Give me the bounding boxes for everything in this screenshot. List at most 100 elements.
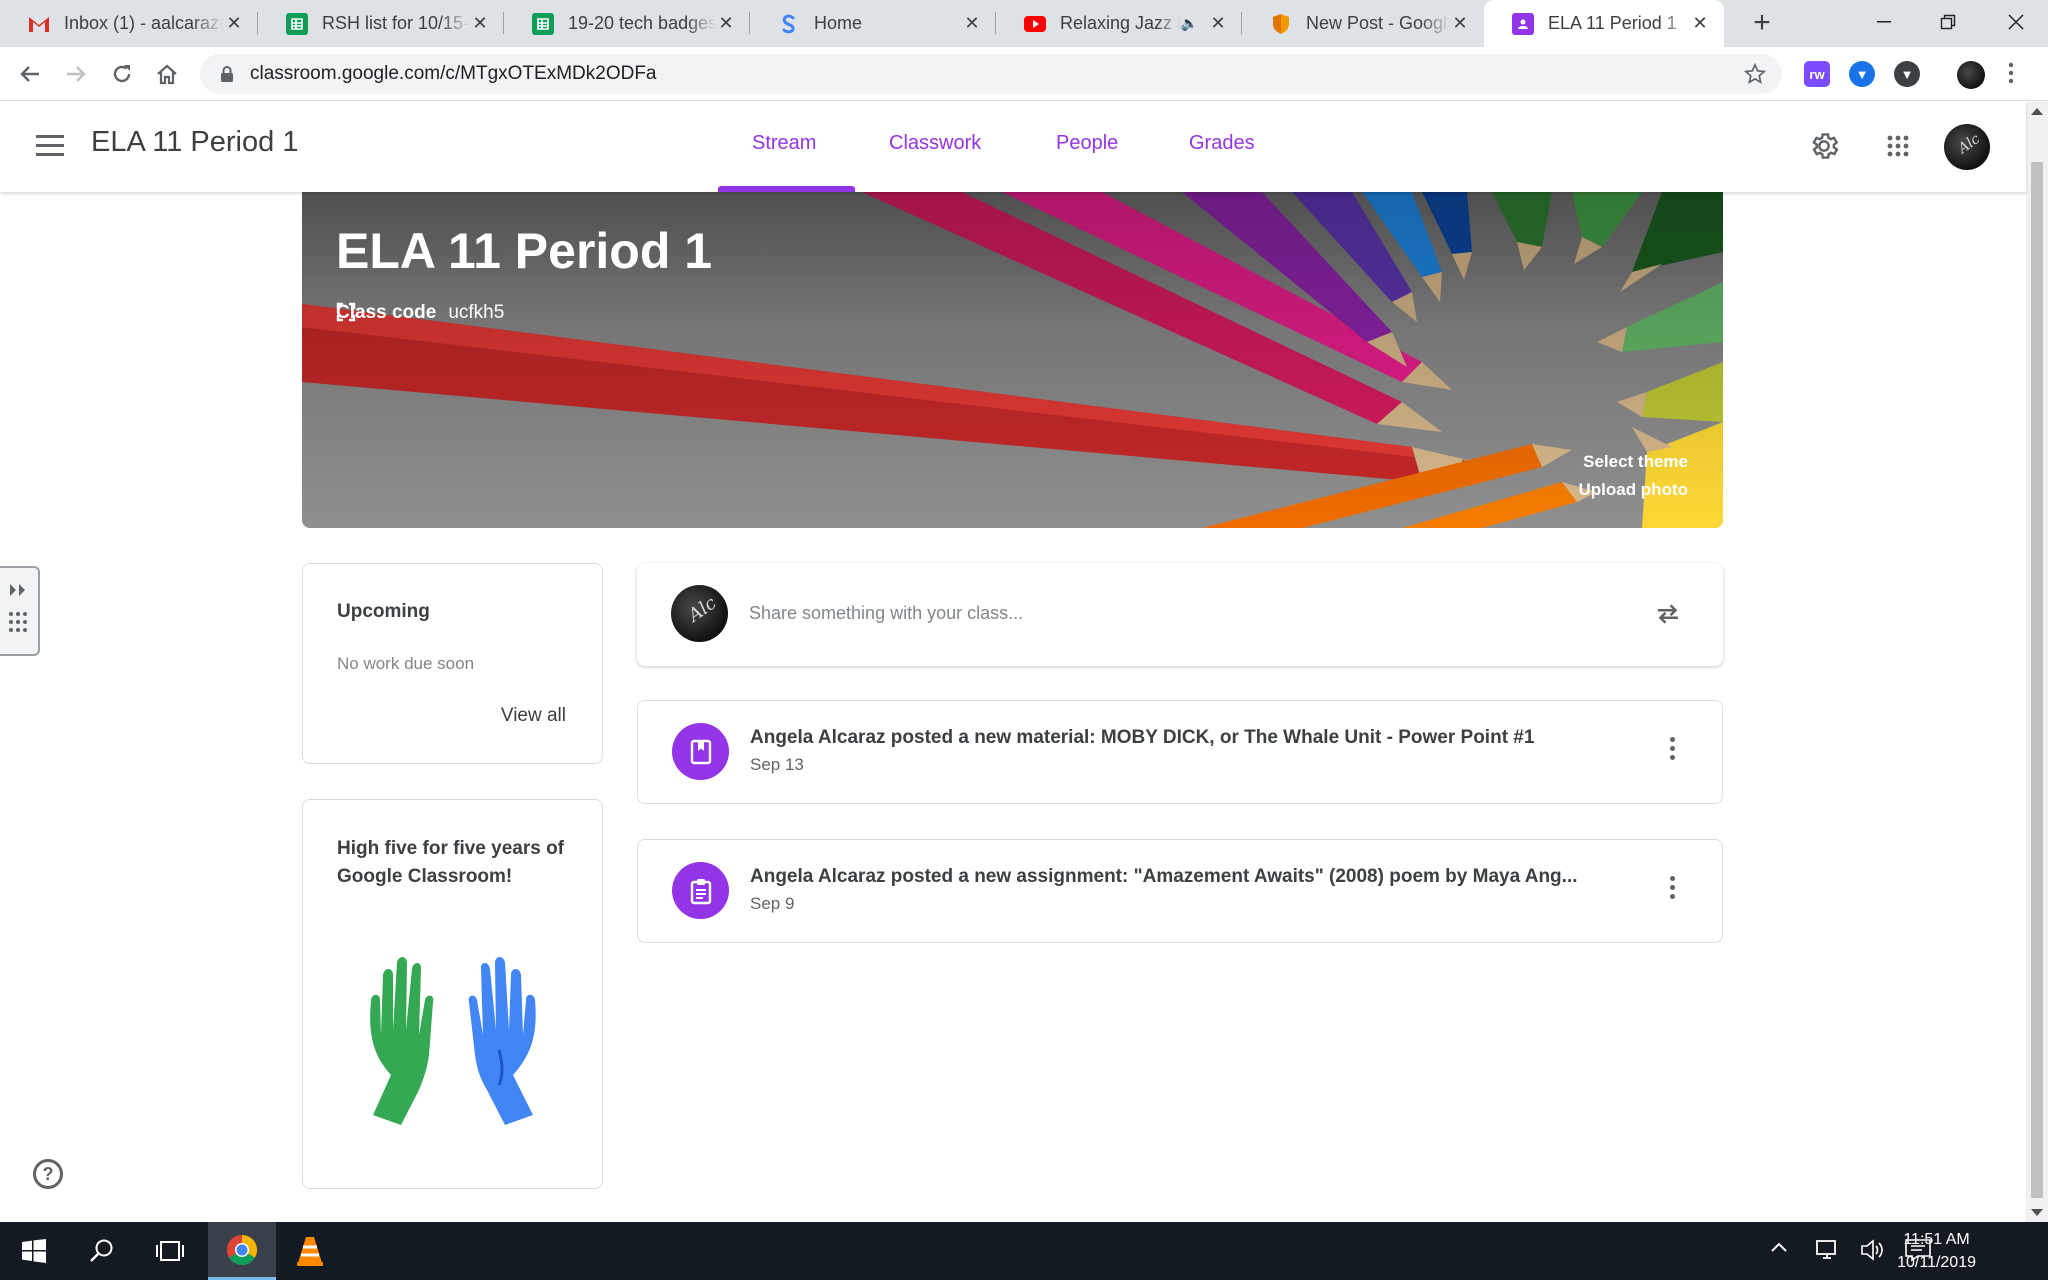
post-date: Sep 9 bbox=[750, 894, 795, 913]
banner-class-title: ELA 11 Period 1 bbox=[336, 223, 713, 279]
close-icon[interactable]: ✕ bbox=[716, 13, 736, 34]
extension-puzzle-icon[interactable]: rw bbox=[1804, 61, 1830, 87]
close-icon[interactable]: ✕ bbox=[224, 13, 244, 34]
browser-tab-gmail[interactable]: Inbox (1) - aalcaraz@ ✕ bbox=[0, 0, 258, 47]
minimize-button[interactable] bbox=[1852, 0, 1916, 44]
forward-button[interactable] bbox=[60, 58, 92, 90]
restore-button[interactable] bbox=[1916, 0, 1980, 44]
post-title[interactable]: Angela Alcaraz posted a new material: MO… bbox=[750, 727, 1534, 749]
close-icon[interactable]: ✕ bbox=[1450, 13, 1470, 34]
address-bar[interactable]: classroom.google.com/c/MTgxOTExMDk2ODFa bbox=[200, 54, 1782, 94]
account-avatar[interactable]: Alc bbox=[1944, 124, 1990, 170]
profile-avatar[interactable] bbox=[1957, 61, 1985, 89]
volume-icon[interactable] bbox=[1860, 1238, 1886, 1267]
shield-icon bbox=[1270, 13, 1292, 35]
close-icon[interactable]: ✕ bbox=[470, 13, 490, 34]
page-scrollbar[interactable] bbox=[2026, 102, 2048, 1222]
browser-tab-relaxing-jazz[interactable]: Relaxing Jazz Mu 🔈 ✕ bbox=[996, 0, 1242, 47]
windows-start-icon[interactable] bbox=[2, 1222, 66, 1280]
sites-icon bbox=[778, 13, 800, 35]
windows-taskbar: 11:51 AM 10/11/2019 bbox=[0, 1222, 2048, 1280]
network-icon[interactable] bbox=[1815, 1238, 1841, 1267]
class-code-value: ucfkh5 bbox=[448, 302, 505, 323]
tab-title: 19-20 tech badges - bbox=[568, 13, 716, 33]
home-button[interactable] bbox=[151, 58, 183, 90]
chrome-taskbar-icon[interactable] bbox=[208, 1222, 276, 1280]
url-text: classroom.google.com/c/MTgxOTExMDk2ODFa bbox=[250, 63, 657, 84]
sheets-icon bbox=[286, 12, 308, 35]
assignment-icon bbox=[672, 862, 729, 919]
upload-photo-link[interactable]: Upload photo bbox=[1578, 480, 1688, 500]
scroll-down-arrow-icon[interactable] bbox=[2031, 1209, 2043, 1216]
back-button[interactable] bbox=[14, 58, 46, 90]
new-tab-button[interactable]: + bbox=[1745, 6, 1779, 40]
scroll-thumb[interactable] bbox=[2031, 162, 2043, 1198]
class-code-row: Class code ucfkh5 bbox=[336, 302, 510, 324]
youtube-icon bbox=[1024, 13, 1046, 35]
close-icon[interactable]: ✕ bbox=[962, 13, 982, 34]
sheets-icon bbox=[532, 12, 554, 35]
browser-tab-tech-badges[interactable]: 19-20 tech badges - ✕ bbox=[504, 0, 750, 47]
forward-arrow-icon bbox=[67, 66, 86, 82]
tab-title: Home bbox=[814, 13, 863, 33]
post-title[interactable]: Angela Alcaraz posted a new assignment: … bbox=[750, 866, 1578, 888]
browser-toolbar: classroom.google.com/c/MTgxOTExMDk2ODFa … bbox=[0, 47, 2048, 101]
active-tab-indicator bbox=[718, 186, 855, 192]
upcoming-card: Upcoming No work due soon View all bbox=[302, 563, 603, 764]
classroom-icon bbox=[1512, 12, 1534, 35]
speaker-muted-icon[interactable]: 🔈 bbox=[1181, 15, 1198, 32]
search-icon[interactable] bbox=[70, 1222, 134, 1280]
promo-text: High five for five years of Google Class… bbox=[337, 838, 565, 887]
tab-title: Relaxing Jazz Mu bbox=[1060, 13, 1181, 33]
tab-people[interactable]: People bbox=[1056, 132, 1118, 155]
close-window-button[interactable] bbox=[1984, 0, 2048, 44]
browser-tab-ela-11[interactable]: ELA 11 Period 1 ✕ bbox=[1484, 0, 1724, 47]
browser-tab-rsh-list[interactable]: RSH list for 10/15-10 ✕ bbox=[258, 0, 504, 47]
user-avatar: Alc bbox=[671, 585, 728, 642]
browser-tab-home[interactable]: Home ✕ bbox=[750, 0, 996, 47]
apps-grid-icon[interactable] bbox=[1880, 128, 1916, 164]
browser-tab-new-post[interactable]: New Post - Google C ✕ bbox=[1242, 0, 1484, 47]
share-input[interactable]: Share something with your class... bbox=[749, 603, 1023, 624]
gmail-icon bbox=[28, 13, 50, 35]
browser-tab-strip: Inbox (1) - aalcaraz@ ✕ RSH list for 10/… bbox=[0, 0, 2048, 47]
task-view-icon[interactable] bbox=[138, 1222, 202, 1280]
more-options-icon[interactable] bbox=[1670, 876, 1676, 903]
settings-gear-icon[interactable] bbox=[1806, 128, 1842, 164]
vlc-taskbar-icon[interactable] bbox=[278, 1222, 342, 1280]
drawer-expand-icon bbox=[9, 584, 27, 632]
promo-card: High five for five years of Google Class… bbox=[302, 799, 603, 1189]
reload-button[interactable] bbox=[106, 58, 138, 90]
main-menu-icon[interactable] bbox=[36, 135, 64, 157]
help-icon[interactable]: ? bbox=[33, 1159, 63, 1189]
tray-chevron-up-icon[interactable] bbox=[1770, 1240, 1788, 1258]
share-box[interactable]: Alc Share something with your class... bbox=[637, 563, 1723, 666]
tab-classwork[interactable]: Classwork bbox=[889, 132, 981, 155]
more-options-icon[interactable] bbox=[1670, 737, 1676, 764]
stream-post[interactable]: Angela Alcaraz posted a new material: MO… bbox=[637, 700, 1723, 804]
notifications-icon[interactable] bbox=[1904, 1238, 1932, 1267]
repost-icon[interactable] bbox=[1653, 599, 1683, 634]
class-title: ELA 11 Period 1 bbox=[91, 126, 299, 158]
bookmark-star-icon[interactable] bbox=[1743, 62, 1767, 91]
tab-title: New Post - Google C bbox=[1306, 13, 1450, 33]
lock-icon bbox=[220, 66, 234, 82]
scroll-up-arrow-icon[interactable] bbox=[2031, 108, 2043, 115]
close-icon[interactable]: ✕ bbox=[1690, 13, 1710, 34]
view-all-link[interactable]: View all bbox=[501, 705, 566, 727]
extension-vpn-icon[interactable]: ▼ bbox=[1894, 61, 1920, 87]
chrome-menu-icon[interactable] bbox=[2008, 61, 2028, 90]
tab-title: ELA 11 Period 1 bbox=[1548, 13, 1677, 33]
tab-stream[interactable]: Stream bbox=[752, 132, 816, 155]
home-icon bbox=[157, 64, 177, 85]
reload-icon bbox=[113, 65, 131, 83]
side-drawer-handle[interactable] bbox=[0, 566, 40, 656]
tab-grades[interactable]: Grades bbox=[1189, 132, 1255, 155]
tab-title: RSH list for 10/15-10 bbox=[322, 13, 470, 33]
extension-shield-icon[interactable]: ▼ bbox=[1849, 61, 1875, 87]
post-date: Sep 13 bbox=[750, 755, 804, 774]
close-icon[interactable]: ✕ bbox=[1208, 13, 1228, 34]
upcoming-title: Upcoming bbox=[337, 601, 430, 622]
select-theme-link[interactable]: Select theme bbox=[1583, 452, 1688, 472]
stream-post[interactable]: Angela Alcaraz posted a new assignment: … bbox=[637, 839, 1723, 943]
